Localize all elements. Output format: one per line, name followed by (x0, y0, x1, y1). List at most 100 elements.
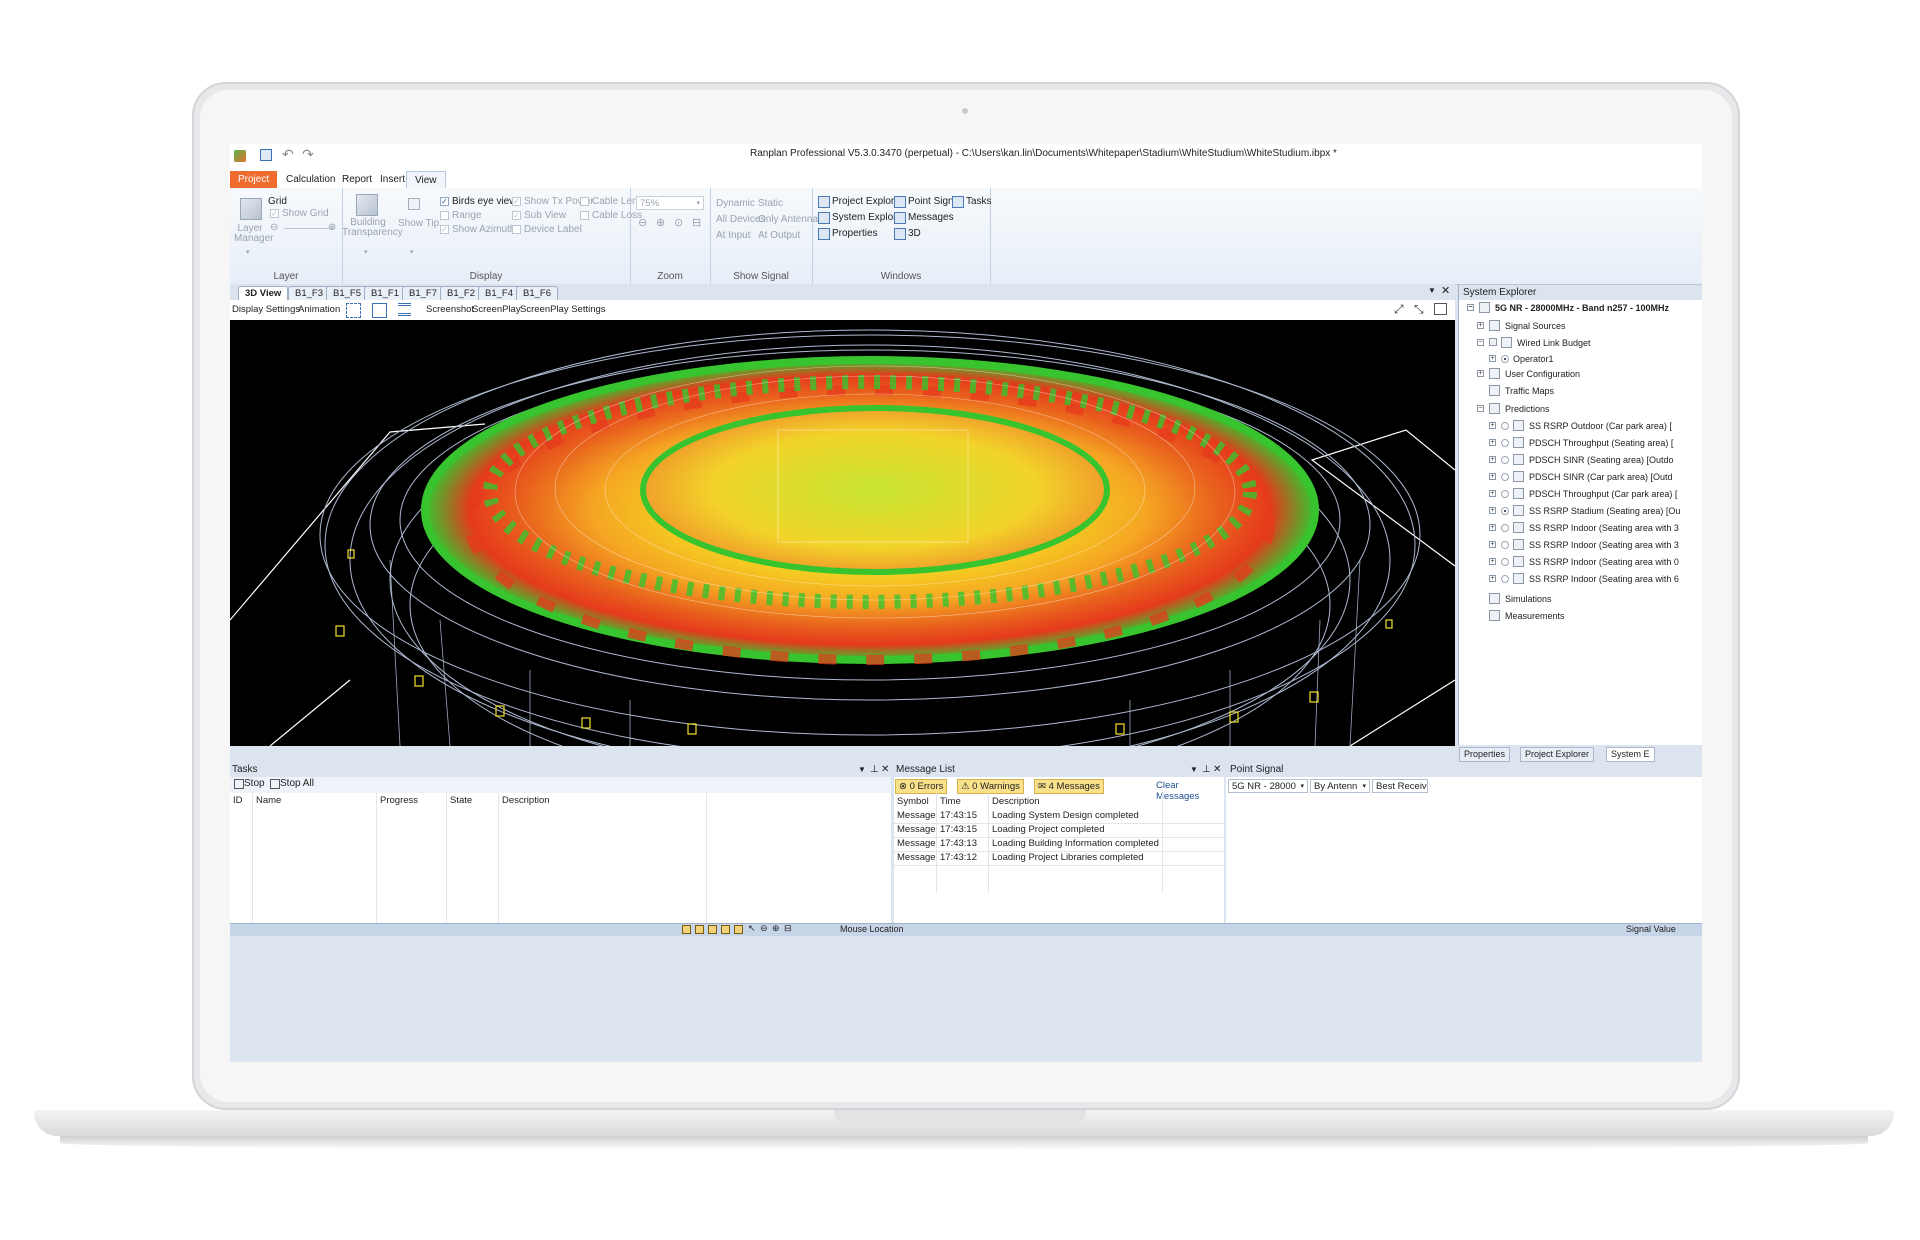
3d-viewport[interactable] (230, 320, 1455, 746)
edit-icon[interactable] (708, 925, 717, 934)
screenplay-button[interactable]: ScreenPlay (472, 304, 521, 315)
prediction-radio[interactable] (1501, 507, 1509, 515)
building-transparency-icon[interactable] (356, 194, 378, 216)
prediction-radio[interactable] (1501, 422, 1509, 430)
technology-select[interactable]: 5G NR - 28000 ▾ (1228, 779, 1308, 793)
maximize-icon[interactable] (1434, 303, 1447, 315)
birds-eye-checkbox[interactable]: ✓ (440, 197, 449, 206)
expand-icon[interactable]: + (1489, 507, 1496, 514)
zoom-fit-status-icon[interactable]: ⊟ (784, 923, 792, 934)
show-grid-checkbox[interactable]: ✓ (270, 209, 279, 218)
prediction-radio[interactable] (1501, 524, 1509, 532)
tip-dropdown-icon[interactable]: ▾ (410, 248, 414, 256)
prediction-radio[interactable] (1501, 473, 1509, 481)
col-name[interactable]: Name (256, 795, 281, 806)
expand-icon[interactable]: + (1489, 355, 1496, 362)
display-settings-button[interactable]: Display Settings (232, 304, 300, 315)
app-logo-icon[interactable] (234, 150, 246, 162)
layers-icon[interactable] (398, 303, 411, 316)
measure-select[interactable]: Best Receive (1372, 779, 1428, 793)
cable-length-checkbox[interactable] (580, 197, 589, 206)
project-explorer-button[interactable]: Project Explorer (832, 196, 903, 207)
expand-icon[interactable]: + (1489, 490, 1496, 497)
zoom-in-icon[interactable]: ⊕ (656, 216, 665, 229)
expand-icon[interactable]: + (1489, 422, 1496, 429)
only-antenna-button[interactable]: Only Antenna (758, 214, 818, 225)
static-button[interactable]: Static (758, 198, 783, 209)
expand-icon[interactable]: + (1489, 473, 1496, 480)
snap-icon[interactable] (682, 925, 691, 934)
expand-icon[interactable]: + (1489, 524, 1496, 531)
checkbox-icon[interactable] (1489, 338, 1497, 346)
dynamic-button[interactable]: Dynamic (716, 198, 755, 209)
tab-properties[interactable]: Properties (1459, 747, 1511, 762)
snap-grid-icon[interactable] (695, 925, 704, 934)
expand-icon[interactable]: + (1489, 456, 1496, 463)
col-description[interactable]: Description (502, 795, 550, 806)
save-icon[interactable] (260, 149, 272, 161)
stop-all-button[interactable]: Stop All (280, 778, 314, 789)
zoom-in-status-icon[interactable]: ⊕ (772, 923, 780, 934)
select-box-icon[interactable] (346, 303, 361, 318)
messages-filter[interactable]: ✉ 4 Messages (1034, 779, 1104, 794)
col-progress[interactable]: Progress (380, 795, 418, 806)
collapse-icon[interactable]: − (1477, 339, 1484, 346)
zoom-fit-icon[interactable]: ⊟ (692, 216, 701, 229)
expand-icon[interactable]: ⤢ (1394, 302, 1404, 317)
animation-button[interactable]: Animation (298, 304, 340, 315)
messages-pin-icon[interactable]: ⊥ (1202, 763, 1211, 777)
stop-all-icon[interactable] (270, 779, 280, 789)
cable-loss-checkbox[interactable] (580, 211, 589, 220)
screenshot-button[interactable]: Screenshot (426, 304, 474, 315)
pointer-icon[interactable]: ↖ (748, 923, 756, 934)
view-frame-icon[interactable] (372, 303, 387, 318)
zoom-select[interactable]: 75% ▾ (636, 196, 704, 210)
collapse-icon[interactable]: − (1477, 405, 1484, 412)
properties-button[interactable]: Properties (832, 228, 878, 239)
prediction-radio[interactable] (1501, 456, 1509, 464)
undo-icon[interactable]: ↶ (282, 146, 294, 163)
show-azimuth-checkbox[interactable]: ✓ (440, 225, 449, 234)
tab-system-explorer[interactable]: System E (1606, 747, 1655, 762)
layer-manager-button[interactable]: Layer Manager (234, 224, 273, 244)
expand-icon[interactable]: + (1489, 575, 1496, 582)
prediction-radio[interactable] (1501, 575, 1509, 583)
stop-icon[interactable] (234, 779, 244, 789)
col-msg-description[interactable]: Description (992, 796, 1040, 807)
tasks-dropdown-icon[interactable]: ▼ (858, 763, 866, 777)
collapse-icon[interactable]: − (1467, 304, 1474, 311)
ortho-icon[interactable] (721, 925, 730, 934)
prediction-radio[interactable] (1501, 490, 1509, 498)
prediction-radio[interactable] (1501, 558, 1509, 566)
tab-b1-f1[interactable]: B1_F1 (364, 286, 406, 301)
col-time[interactable]: Time (940, 796, 961, 807)
tab-3d-view[interactable]: 3D View (238, 286, 289, 301)
tab-b1-f5[interactable]: B1_F5 (326, 286, 368, 301)
tab-project-explorer[interactable]: Project Explorer (1520, 747, 1595, 762)
prediction-radio[interactable] (1501, 439, 1509, 447)
grid-slider[interactable] (284, 228, 334, 229)
tab-b1-f3[interactable]: B1_F3 (288, 286, 330, 301)
transparency-dropdown-icon[interactable]: ▾ (364, 248, 368, 256)
measure-icon[interactable] (734, 925, 743, 934)
layer-manager-icon[interactable] (240, 198, 262, 220)
prediction-radio[interactable] (1501, 541, 1509, 549)
three-d-button[interactable]: 3D (908, 228, 921, 239)
stop-button[interactable]: Stop (244, 778, 265, 789)
mode-select[interactable]: By Antenn ▾ (1310, 779, 1370, 793)
tab-b1-f6[interactable]: B1_F6 (516, 286, 558, 301)
zoom-in-grid-icon[interactable]: ⊕ (328, 222, 336, 233)
tasks-close-icon[interactable]: ✕ (881, 763, 889, 777)
tab-b1-f7[interactable]: B1_F7 (402, 286, 444, 301)
at-input-button[interactable]: At Input (716, 230, 750, 241)
zoom-out-grid-icon[interactable]: ⊖ (270, 222, 278, 233)
zoom-out-status-icon[interactable]: ⊖ (760, 923, 768, 934)
building-transparency-button[interactable]: Building Transparency (342, 218, 403, 238)
messages-close-icon[interactable]: ✕ (1213, 763, 1221, 777)
at-output-button[interactable]: At Output (758, 230, 800, 241)
zoom-window-icon[interactable]: ⊙ (674, 216, 683, 229)
tasks-button[interactable]: Tasks (966, 196, 992, 207)
tab-b1-f2[interactable]: B1_F2 (440, 286, 482, 301)
expand-icon[interactable]: + (1477, 370, 1484, 377)
show-tip-button[interactable]: Show Tip (398, 218, 439, 229)
